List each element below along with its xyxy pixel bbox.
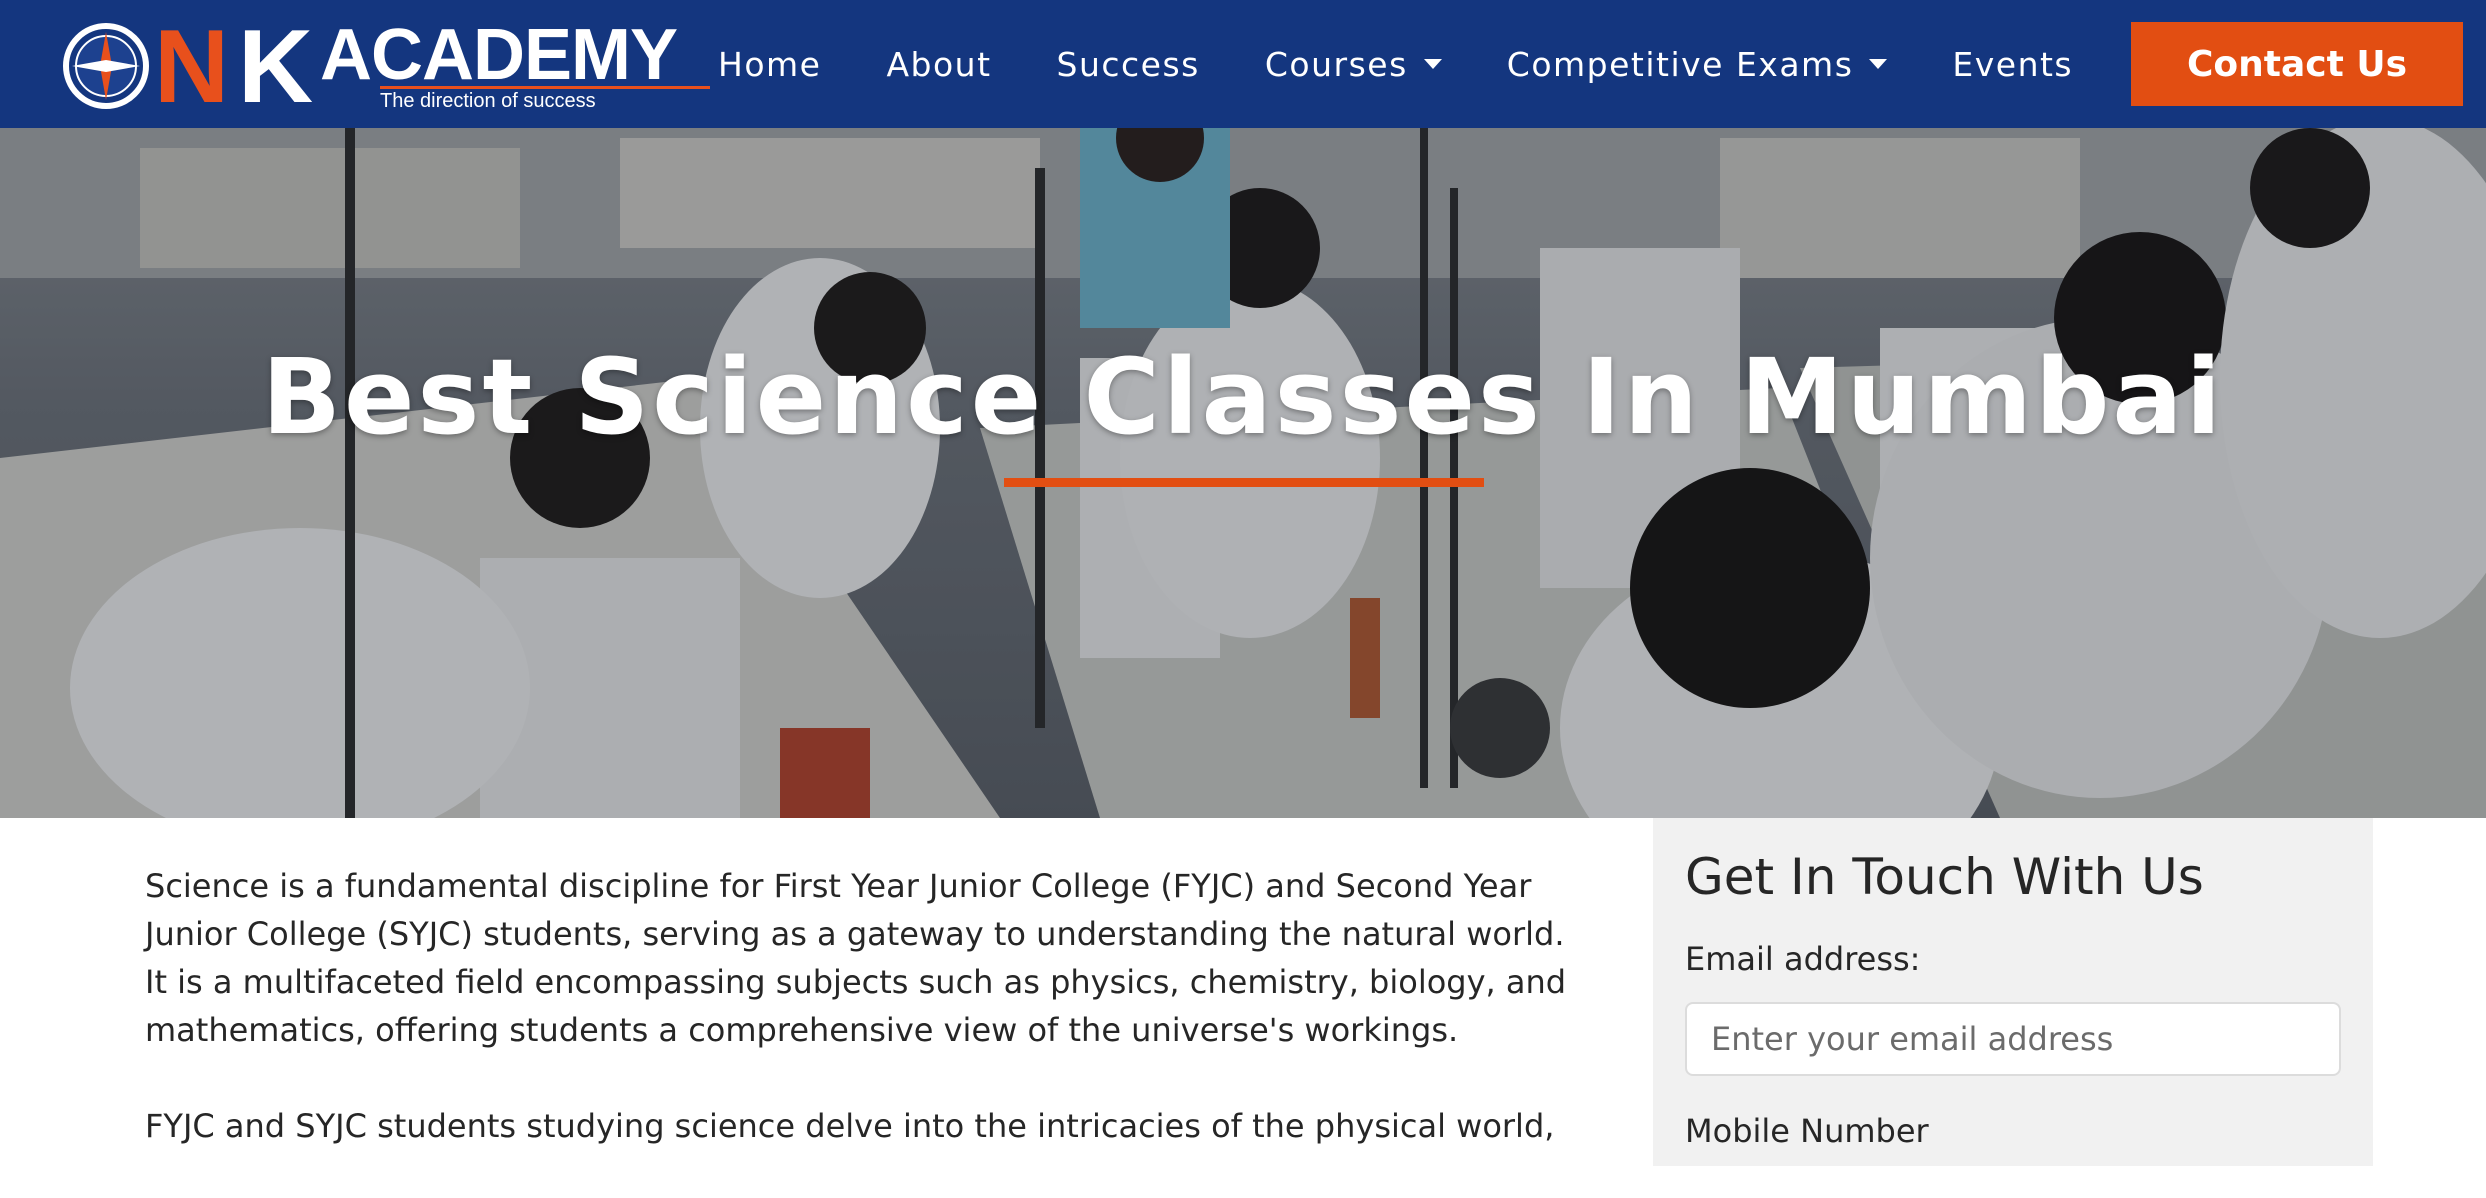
hero-overlay xyxy=(0,128,2486,818)
nav-item-success[interactable]: Success xyxy=(1057,45,1200,84)
nav-item-courses[interactable]: Courses xyxy=(1265,45,1442,84)
contact-us-button[interactable]: Contact Us xyxy=(2131,22,2463,106)
article-paragraph: Science is a fundamental discipline for … xyxy=(145,867,1567,1049)
compass-icon xyxy=(63,23,149,109)
logo[interactable]: N K ACADEMY The direction of success xyxy=(62,9,710,125)
email-label: Email address: xyxy=(1685,940,1921,978)
logo-letter-n: N xyxy=(154,9,229,125)
top-navbar: N K ACADEMY The direction of success Hom… xyxy=(0,0,2486,128)
article-paragraph: FYJC and SYJC students studying science … xyxy=(145,1107,1555,1145)
article-content: Science is a fundamental discipline for … xyxy=(145,862,1575,1198)
nav-item-competitive-exams[interactable]: Competitive Exams xyxy=(1507,45,1888,84)
mobile-label: Mobile Number xyxy=(1685,1112,1929,1150)
nav-item-label: Courses xyxy=(1264,44,1408,84)
email-field[interactable] xyxy=(1685,1002,2341,1076)
nav-menu: Home About Success Courses Competitive E… xyxy=(718,0,2138,128)
logo-letter-k: K xyxy=(238,9,314,125)
chevron-down-icon xyxy=(1423,59,1442,69)
logo-tagline: The direction of success xyxy=(380,90,596,112)
nav-item-home[interactable]: Home xyxy=(718,45,821,84)
logo-wordmark: ACADEMY xyxy=(320,15,678,95)
nav-item-label: About xyxy=(886,44,992,84)
nav-item-about[interactable]: About xyxy=(886,45,991,84)
hero-title-underline xyxy=(1004,478,1484,487)
nav-item-label: Events xyxy=(1952,44,2074,84)
hero-banner: Best Science Classes In Mumbai xyxy=(0,128,2486,818)
nav-item-label: Success xyxy=(1056,44,1200,84)
nav-item-events[interactable]: Events xyxy=(1952,45,2073,84)
logo-underline xyxy=(380,86,710,89)
chevron-down-icon xyxy=(1869,59,1888,69)
contact-form-panel: Get In Touch With Us Email address: Mobi… xyxy=(1653,818,2373,1166)
nav-item-label: Home xyxy=(718,44,822,84)
form-title: Get In Touch With Us xyxy=(1685,848,2204,906)
hero-title: Best Science Classes In Mumbai xyxy=(261,336,2225,458)
nav-item-label: Competitive Exams xyxy=(1506,44,1854,84)
